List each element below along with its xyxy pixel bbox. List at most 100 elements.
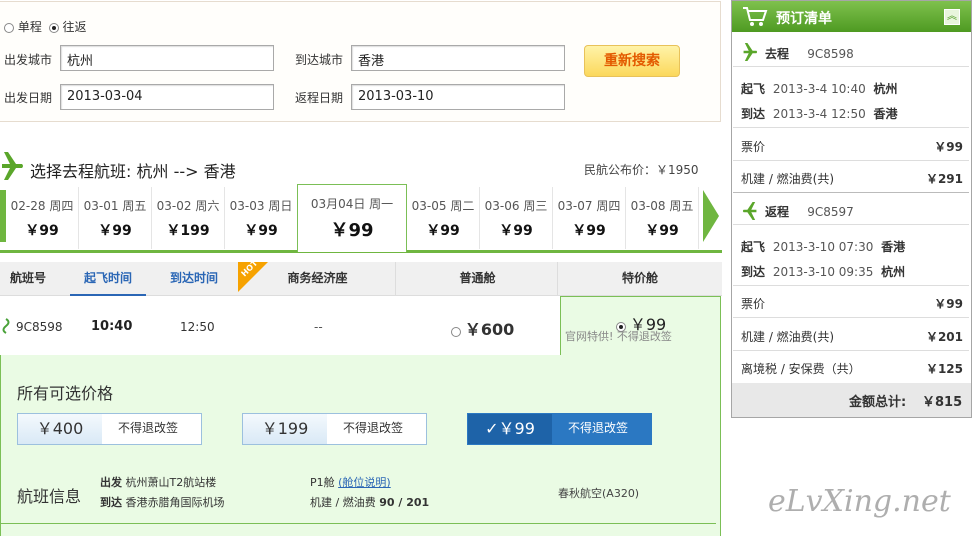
date-cell[interactable]: 03-06 周三 ￥99 <box>480 187 553 249</box>
outbound-ticket: 票价 ￥99 <box>741 138 963 155</box>
public-price-label: 民航公布价： <box>584 163 657 177</box>
arrive-city-label: 到达城市 <box>295 53 344 67</box>
check-icon: ✓ <box>485 419 499 438</box>
col-arrive-time[interactable]: 到达时间 <box>156 262 232 296</box>
return-arrive: 到达 2013-3-10 09:35 杭州 <box>741 263 963 280</box>
date-price: ￥99 <box>499 223 533 239</box>
date-price: ￥199 <box>166 223 210 239</box>
divider <box>733 350 969 351</box>
tax-value: ￥201 <box>925 330 963 344</box>
date-label: 03月04日 周一 <box>310 197 394 211</box>
exit-tax-label: 离境税 / 安保费（共） <box>741 362 861 376</box>
flight-info-title: 航班信息 <box>17 487 82 506</box>
date-label: 03-01 周五 <box>83 199 147 213</box>
depart-city-label: 出发城市 <box>4 53 53 67</box>
date-price: ￥99 <box>645 223 679 239</box>
outbound-takeoff: 起飞 2013-3-4 10:40 杭州 <box>741 80 963 97</box>
price-option-note: 不得退改签 <box>118 421 179 435</box>
price-option-199[interactable]: ￥199 不得退改签 <box>242 413 427 445</box>
date-price: ￥99 <box>98 223 132 239</box>
date-cell[interactable]: 03-02 周六 ￥199 <box>152 187 225 249</box>
flight-table-header: 航班号 起飞时间 到达时间 商务经济座 普通舱 特价舱 <box>0 262 722 296</box>
date-price: ￥99 <box>426 223 460 239</box>
depart-city-input[interactable]: 杭州 <box>60 45 274 71</box>
roundtrip-label[interactable]: 往返 <box>63 20 87 34</box>
ticket-label: 票价 <box>741 297 766 311</box>
depart-date-input[interactable]: 2013-03-04 <box>60 84 274 110</box>
date-cell[interactable]: 03-03 周日 ￥99 <box>225 187 298 249</box>
divider <box>733 160 969 161</box>
depart-label: 出发 <box>100 476 122 489</box>
ticket-value: ￥99 <box>934 140 963 154</box>
return-flight: 9C8597 <box>807 205 854 219</box>
col-flight-no: 航班号 <box>9 271 46 285</box>
total-value: ￥815 <box>922 395 963 410</box>
date-cell[interactable]: 02-28 周四 ￥99 <box>6 187 79 249</box>
airline-logo-icon <box>0 318 12 337</box>
depart-airport: 杭州萧山T2航站楼 <box>125 476 217 489</box>
date-cell[interactable]: 03-05 周二 ￥99 <box>407 187 480 249</box>
special-note: 官网特供! 不得退改签 <box>565 330 672 343</box>
trip-type: 单程 往返 <box>4 18 87 35</box>
date-label: 03-03 周日 <box>229 199 293 213</box>
arrive-city: 香港 <box>873 107 898 121</box>
depart-date-label: 出发日期 <box>4 91 53 105</box>
economy-radio[interactable] <box>451 326 461 337</box>
plane-return-icon <box>742 202 757 220</box>
takeoff-time: 2013-3-4 10:40 <box>772 82 866 96</box>
price-option-400[interactable]: ￥400 不得退改签 <box>17 413 202 445</box>
public-price: 民航公布价：￥1950 <box>584 161 699 178</box>
collapse-icon[interactable]: ︽ <box>944 9 960 25</box>
research-button[interactable]: 重新搜索 <box>584 45 680 77</box>
flight-info-arrive: 到达 香港赤腊角国际机场 <box>100 494 225 510</box>
date-label: 03-06 周三 <box>484 199 548 213</box>
tax-label: 机建 / 燃油费(共) <box>741 330 835 344</box>
return-header: 返程 9C8597 <box>765 203 972 220</box>
date-cell-selected[interactable]: 03月04日 周一 ￥99 <box>297 184 407 252</box>
date-cell[interactable]: 03-01 周五 ￥99 <box>79 187 152 249</box>
arrive-label: 到达 <box>741 107 766 121</box>
divider <box>733 66 969 67</box>
business-price: -- <box>314 320 323 334</box>
tax-label: 机建 / 燃油费 <box>310 496 376 509</box>
arrive-time: 2013-3-10 09:35 <box>772 265 874 279</box>
panel-divider <box>0 523 716 524</box>
next-dates-arrow-icon[interactable] <box>703 190 719 242</box>
arrive-city-input[interactable]: 香港 <box>351 45 565 71</box>
date-cell[interactable]: 03-07 周四 ￥99 <box>553 187 626 249</box>
date-label: 02-28 周四 <box>10 199 74 213</box>
economy-option[interactable]: ￥600 <box>451 316 514 340</box>
date-cell[interactable]: 03-08 周五 ￥99 <box>626 187 699 249</box>
oneway-label[interactable]: 单程 <box>18 20 42 34</box>
order-summary-header: 预订清单 ︽ <box>732 1 971 32</box>
arrive-label: 到达 <box>100 496 122 509</box>
cabin-class: P1舱 <box>310 476 335 489</box>
price-option-99-selected[interactable]: ✓￥99 不得退改签 <box>467 413 652 445</box>
date-label: 03-07 周四 <box>557 199 621 213</box>
tax-info: 机建 / 燃油费 90 / 201 <box>310 494 429 510</box>
outbound-header: 去程 9C8598 <box>765 45 972 62</box>
total-label: 金额总计: <box>849 395 907 410</box>
divider <box>733 317 969 318</box>
tax-value: 90 / 201 <box>379 496 430 509</box>
watermark: eLvXing.net <box>768 484 951 519</box>
order-summary-title: 预订清单 <box>776 11 832 27</box>
divider <box>733 127 969 128</box>
select-flight-title: 选择去程航班: 杭州 --> 香港 <box>30 162 236 181</box>
divider <box>733 285 969 286</box>
return-tax: 机建 / 燃油费(共) ￥201 <box>741 328 963 345</box>
return-date-input[interactable]: 2013-03-10 <box>351 84 565 110</box>
outbound-tax: 机建 / 燃油费(共) ￥291 <box>741 170 963 187</box>
ticket-value: ￥99 <box>934 297 963 311</box>
cabin-explain-link[interactable]: (舱位说明) <box>338 476 391 489</box>
return-date-label: 返程日期 <box>295 91 344 105</box>
roundtrip-radio[interactable] <box>48 22 59 33</box>
oneway-radio[interactable] <box>4 22 14 33</box>
divider <box>733 224 969 225</box>
date-price: ￥99 <box>572 223 606 239</box>
flight-info-depart: 出发 杭州萧山T2航站楼 <box>100 474 216 490</box>
outbound-label: 去程 <box>765 47 790 61</box>
depart-time: 10:40 <box>91 319 133 334</box>
col-depart-time[interactable]: 起飞时间 <box>70 262 146 296</box>
outbound-flight: 9C8598 <box>807 47 854 61</box>
